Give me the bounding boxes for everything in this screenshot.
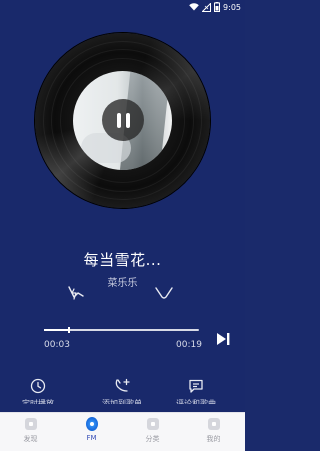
dislike-icon[interactable]: [65, 283, 87, 303]
discover-icon: [24, 418, 37, 430]
progress-knob[interactable]: [67, 327, 70, 333]
comments-button[interactable]: 评论和歌曲: [172, 378, 220, 404]
comments-label: 评论和歌曲: [176, 399, 216, 404]
tab-mine[interactable]: 我的: [189, 418, 238, 444]
bottom-tab-bar: 发现 FM 分类 我的: [0, 412, 245, 451]
artist-name: 菜乐乐: [107, 278, 138, 289]
tab-fm[interactable]: FM: [67, 417, 116, 442]
clock-icon: [30, 378, 46, 394]
action-row: 定时播放 添加到歌单 评论和歌曲: [0, 378, 245, 412]
mine-icon: [207, 418, 220, 430]
song-title: 每当雪花...: [83, 251, 162, 269]
status-icons: 9:05: [189, 2, 241, 12]
pause-icon: [114, 112, 132, 128]
timer-button[interactable]: 定时播放: [19, 378, 57, 404]
progress-bar[interactable]: [44, 327, 199, 333]
like-icon[interactable]: [153, 283, 175, 303]
tab-mine-label: 我的: [206, 435, 221, 443]
vinyl-record[interactable]: [35, 33, 210, 208]
timer-label: 定时播放: [22, 399, 54, 404]
pause-button[interactable]: [102, 99, 144, 141]
tab-category[interactable]: 分类: [128, 418, 177, 444]
fm-player-screen: 9:05 每当雪花... 菜乐乐 00:03 00:19 定时播放 添加到歌单 …: [0, 0, 245, 451]
progress-fill: [44, 329, 69, 331]
add-to-playlist-label: 添加到歌单: [102, 399, 142, 404]
tab-fm-label: FM: [86, 434, 97, 442]
category-icon: [146, 418, 159, 430]
current-time: 00:03: [44, 340, 70, 350]
no-signal-icon: [202, 2, 212, 12]
comment-icon: [189, 379, 203, 393]
battery-icon: [214, 2, 221, 12]
total-time: 00:19: [176, 340, 202, 350]
fm-icon: [85, 417, 98, 431]
wifi-icon: [189, 3, 199, 11]
status-bar: 9:05: [0, 0, 245, 16]
status-time: 9:05: [223, 2, 241, 12]
tab-discover-label: 发现: [23, 435, 38, 443]
add-music-icon: [115, 378, 130, 392]
tab-discover[interactable]: 发现: [6, 418, 55, 444]
next-track-icon[interactable]: [215, 331, 231, 347]
add-to-playlist-button[interactable]: 添加到歌单: [98, 378, 146, 404]
tab-category-label: 分类: [145, 435, 160, 443]
